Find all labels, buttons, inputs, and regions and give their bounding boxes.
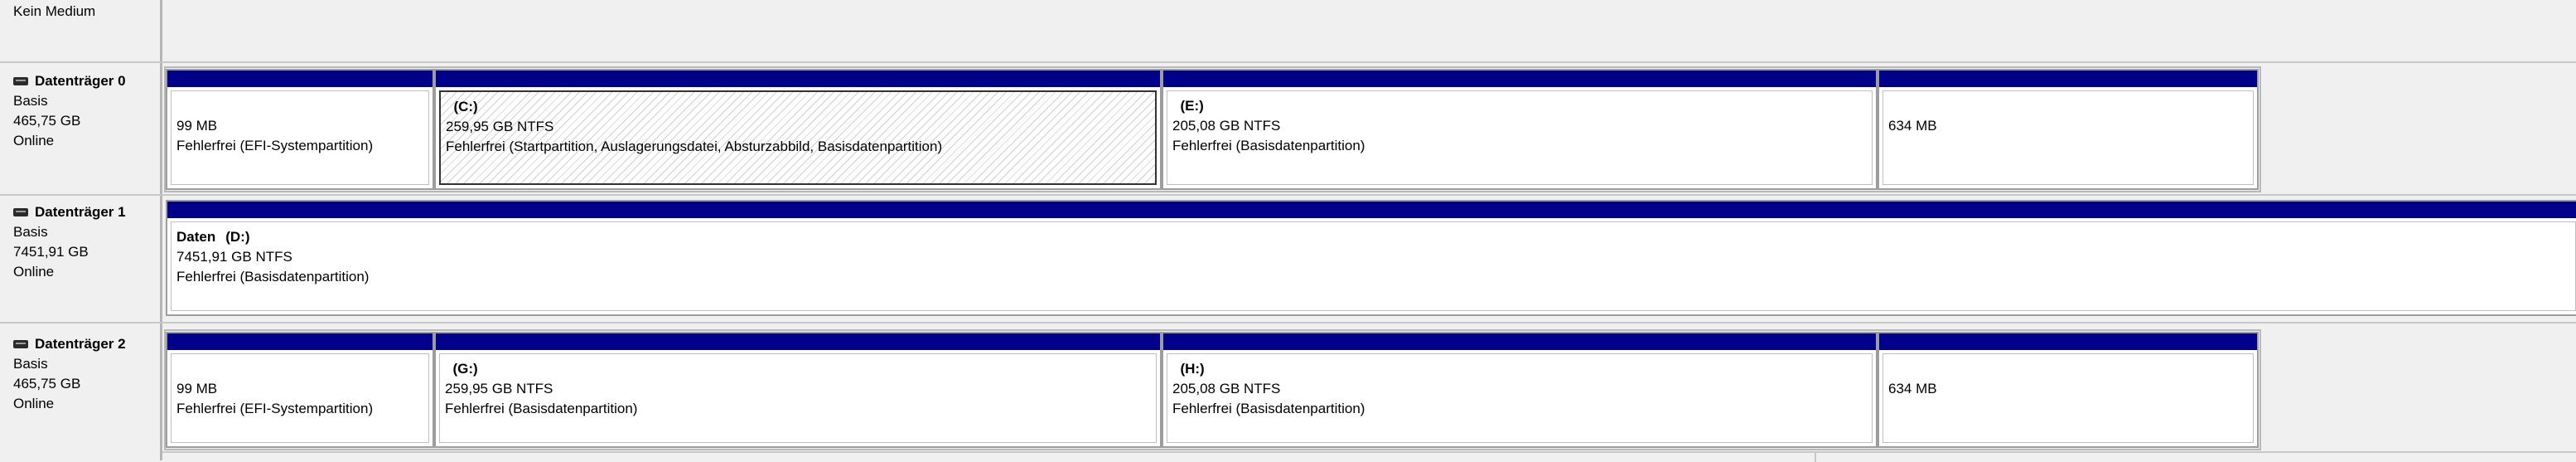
partition-status: Fehlerfrei (EFI-Systempartition) [176, 401, 374, 416]
partition-header-bar [1879, 71, 2257, 87]
disk-2-info[interactable]: Datenträger 2 Basis 465,75 GB Online [13, 334, 126, 414]
partition-c[interactable]: (C:) 259,95 GB NTFS Fehlerfrei (Startpar… [434, 69, 1162, 190]
row-divider [0, 194, 2576, 196]
partition-efi[interactable]: 99 MB Fehlerfrei (EFI-Systempartition) [166, 69, 434, 190]
selected-partition-area: (C:) 259,95 GB NTFS Fehlerfrei (Startpar… [439, 90, 1157, 185]
partition-size: 99 MB [176, 381, 218, 396]
hard-disk-icon [13, 77, 28, 85]
no-medium-label: Kein Medium [13, 3, 96, 19]
partition-header-bar [1879, 333, 2257, 350]
next-disk-row-partial [162, 451, 2576, 462]
disk-status: Online [13, 396, 55, 411]
disk-size: 7451,91 GB [13, 244, 89, 260]
drive-letter: (C:) [453, 99, 478, 114]
disk-0-info[interactable]: Datenträger 0 Basis 465,75 GB Online [13, 71, 126, 151]
disk-size: 465,75 GB [13, 376, 81, 391]
partition-recovery[interactable]: 634 MB [1878, 69, 2259, 190]
drive-letter: (D:) [225, 229, 250, 245]
partition-size: 99 MB [176, 118, 218, 134]
hard-disk-icon [13, 340, 28, 348]
partition-status: Fehlerfrei (Basisdatenpartition) [176, 269, 370, 284]
partition-h[interactable]: (H:) 205,08 GB NTFS Fehlerfrei (Basisdat… [1162, 332, 1878, 448]
partition-size: 205,08 GB NTFS [1172, 381, 1281, 396]
partition-e[interactable]: (E:) 205,08 GB NTFS Fehlerfrei (Basisdat… [1162, 69, 1878, 190]
partition-header-bar [167, 202, 2576, 218]
partition-header-bar [167, 71, 433, 87]
disk-name: Datenträger 1 [35, 204, 126, 220]
partition-header-bar [436, 333, 1160, 350]
disk-size: 465,75 GB [13, 113, 81, 129]
partition-size: 7451,91 GB NTFS [176, 249, 292, 265]
disk-type: Basis [13, 224, 48, 240]
volume-label: Daten [176, 229, 216, 245]
drive-letter: (H:) [1180, 361, 1205, 377]
partition-status: Fehlerfrei (EFI-Systempartition) [176, 138, 374, 153]
drive-letter: (E:) [1180, 98, 1204, 114]
drive-letter: (G:) [452, 361, 478, 377]
partition-status: Fehlerfrei (Basisdatenpartition) [445, 401, 638, 416]
row-divider [0, 322, 2576, 323]
partition-size: 634 MB [1888, 118, 1937, 134]
disk-type: Basis [13, 356, 48, 372]
partition-status: Fehlerfrei (Startpartition, Auslagerungs… [446, 139, 943, 154]
partition-header-bar [167, 333, 433, 350]
partition-size: 634 MB [1888, 381, 1937, 396]
disk-name: Datenträger 2 [35, 336, 126, 352]
partition-g[interactable]: (G:) 259,95 GB NTFS Fehlerfrei (Basisdat… [434, 332, 1162, 448]
partition-status: Fehlerfrei (Basisdatenpartition) [1172, 401, 1365, 416]
disk-type: Basis [13, 93, 48, 109]
row-divider [0, 61, 2576, 63]
disk-status: Online [13, 133, 55, 148]
disk-1-info[interactable]: Datenträger 1 Basis 7451,91 GB Online [13, 202, 126, 282]
disk-status: Online [13, 264, 55, 280]
partition-size: 259,95 GB NTFS [446, 119, 554, 134]
partition-status: Fehlerfrei (Basisdatenpartition) [1172, 138, 1365, 153]
partition-header-bar [436, 71, 1160, 87]
hard-disk-icon [13, 208, 28, 216]
partition-efi[interactable]: 99 MB Fehlerfrei (EFI-Systempartition) [166, 332, 434, 448]
disk-name: Datenträger 0 [35, 73, 126, 89]
disk-management-graphical-view: Kein Medium Datenträger 0 Basis 465,75 G… [0, 0, 2576, 462]
next-disk-segment [162, 453, 1816, 462]
partition-header-bar [1163, 333, 1876, 350]
partition-d[interactable]: Daten (D:) 7451,91 GB NTFS Fehlerfrei (Ba… [166, 200, 2576, 316]
partition-size: 259,95 GB NTFS [445, 381, 553, 396]
partition-size: 205,08 GB NTFS [1172, 118, 1281, 134]
partition-header-bar [1163, 71, 1876, 87]
partition-recovery[interactable]: 634 MB [1878, 332, 2259, 448]
